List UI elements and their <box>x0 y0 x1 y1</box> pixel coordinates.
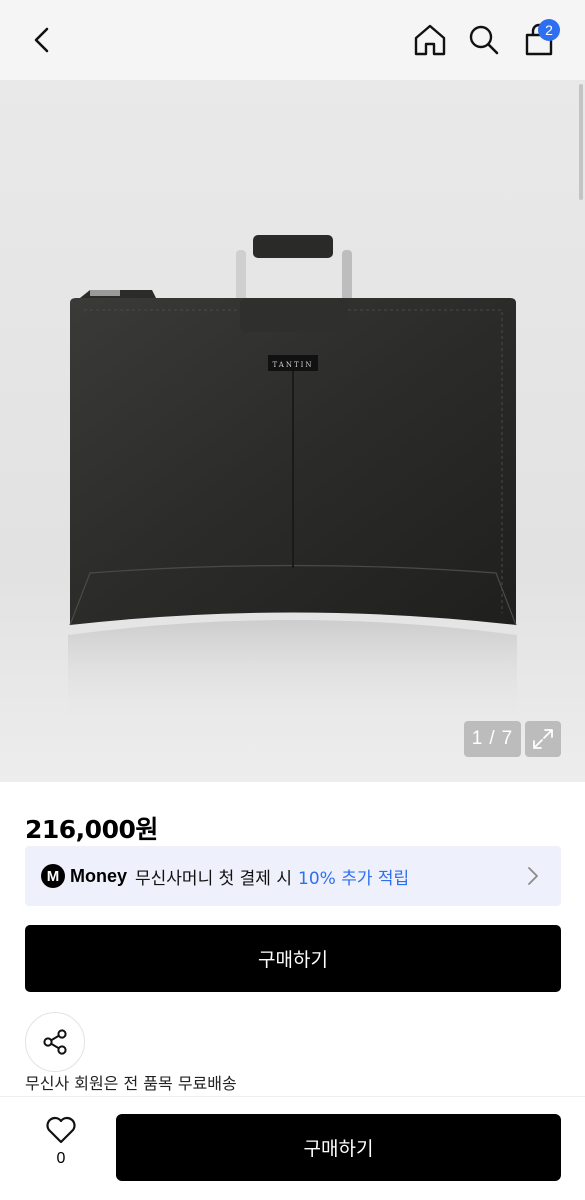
free-shipping-notice: 무신사 회원은 전 품목 무료배송 <box>25 1074 237 1093</box>
expand-icon <box>533 729 553 749</box>
home-button[interactable] <box>408 16 452 64</box>
cart-button[interactable]: 2 <box>517 16 561 64</box>
like-button[interactable]: 0 <box>38 1116 84 1176</box>
back-button[interactable] <box>20 16 64 64</box>
product-image: TANTIN <box>68 235 517 720</box>
money-banner-text: 무신사머니 첫 결제 시 <box>135 868 292 889</box>
brand-label: TANTIN <box>272 361 313 369</box>
top-app-bar: 2 <box>0 0 585 80</box>
money-banner-highlight: 10% 추가 적립 <box>298 868 410 889</box>
scrollbar[interactable] <box>579 84 583 200</box>
search-button[interactable] <box>462 16 506 64</box>
bottom-buy-button[interactable]: 구매하기 <box>116 1114 561 1181</box>
expand-image-button[interactable] <box>525 721 561 757</box>
product-image-gallery[interactable]: TANTIN <box>0 80 585 782</box>
musinsa-money-banner[interactable]: M Money 무신사머니 첫 결제 시 10% 추가 적립 <box>25 846 561 906</box>
counter-total: 7 <box>501 728 514 749</box>
cart-count-badge: 2 <box>538 19 560 41</box>
counter-separator: / <box>489 728 496 749</box>
buy-button[interactable]: 구매하기 <box>25 925 561 992</box>
money-logo-icon: M <box>41 864 65 888</box>
home-icon <box>414 24 446 56</box>
product-price: 216,000원 <box>25 815 158 844</box>
heart-icon <box>46 1116 76 1144</box>
image-counter: 1 / 7 <box>464 721 521 757</box>
money-logo-word: Money <box>70 865 128 886</box>
chevron-right-icon <box>528 867 538 885</box>
like-count: 0 <box>56 1150 66 1167</box>
counter-current: 1 <box>471 728 484 749</box>
share-icon <box>43 1029 67 1055</box>
chevron-left-icon <box>34 27 49 53</box>
share-button[interactable] <box>25 1012 85 1072</box>
search-icon <box>469 25 499 55</box>
